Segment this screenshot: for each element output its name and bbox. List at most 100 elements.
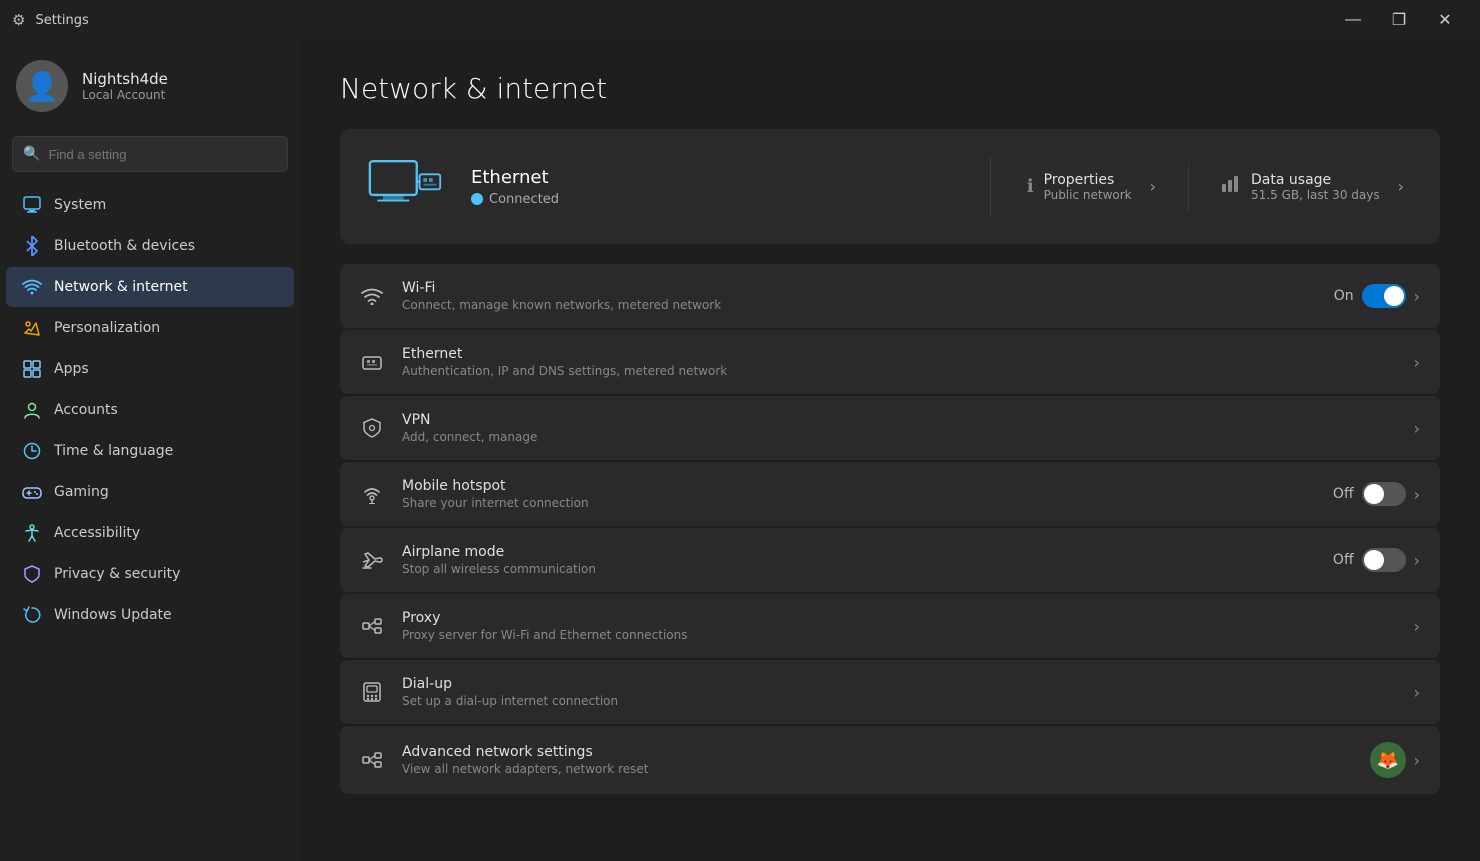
ethernet-status-text: Connected [489, 192, 559, 207]
sidebar-item-system[interactable]: System [6, 185, 294, 225]
sidebar-item-label-accessibility: Accessibility [54, 525, 140, 541]
sidebar-item-bluetooth[interactable]: Bluetooth & devices [6, 226, 294, 266]
ethernet-label: Ethernet [471, 167, 990, 188]
avatar-icon: 👤 [25, 70, 60, 103]
advanced-avatar: 🦊 [1370, 742, 1406, 778]
vpn-icon [360, 416, 384, 440]
vpn-text: VPN Add, connect, manage [402, 412, 1396, 444]
sidebar-item-accessibility[interactable]: Accessibility [6, 513, 294, 553]
vpn-right: › [1414, 419, 1420, 438]
user-profile[interactable]: 👤 Nightsh4de Local Account [0, 40, 300, 128]
sidebar-item-label-time: Time & language [54, 443, 173, 459]
data-usage-item[interactable]: Data usage 51.5 GB, last 30 days › [1221, 172, 1404, 202]
meta-divider [1188, 162, 1189, 212]
sidebar-item-time[interactable]: Time & language [6, 431, 294, 471]
sidebar-item-privacy[interactable]: Privacy & security [6, 554, 294, 594]
advanced-text: Advanced network settings View all netwo… [402, 744, 1352, 776]
personalization-icon [22, 318, 42, 338]
dialup-chevron: › [1414, 683, 1420, 702]
privacy-icon [22, 564, 42, 584]
vpn-title: VPN [402, 412, 1396, 428]
accessibility-icon [22, 523, 42, 543]
airplane-subtitle: Stop all wireless communication [402, 562, 1315, 576]
minimize-button[interactable]: — [1330, 4, 1376, 36]
proxy-text: Proxy Proxy server for Wi-Fi and Etherne… [402, 610, 1396, 642]
data-usage-label: Data usage [1251, 172, 1380, 188]
ethernet-chevron: › [1414, 353, 1420, 372]
proxy-title: Proxy [402, 610, 1396, 626]
settings-list: Wi-Fi Connect, manage known networks, me… [340, 264, 1440, 794]
wifi-chevron: › [1414, 287, 1420, 306]
hotspot-status: Off [1333, 486, 1354, 502]
airplane-toggle[interactable] [1362, 548, 1406, 572]
sidebar-item-label-personalization: Personalization [54, 320, 160, 336]
ethernet-card[interactable]: Ethernet Connected ℹ Properties Public n… [340, 129, 1440, 244]
sidebar-item-label-privacy: Privacy & security [54, 566, 180, 582]
proxy-chevron: › [1414, 617, 1420, 636]
proxy-row[interactable]: Proxy Proxy server for Wi-Fi and Etherne… [340, 594, 1440, 658]
sidebar-item-label-bluetooth: Bluetooth & devices [54, 238, 195, 254]
hotspot-subtitle: Share your internet connection [402, 496, 1315, 510]
hotspot-row[interactable]: Mobile hotspot Share your internet conne… [340, 462, 1440, 526]
wifi-status: On [1334, 288, 1354, 304]
airplane-row[interactable]: Airplane mode Stop all wireless communic… [340, 528, 1440, 592]
properties-item[interactable]: ℹ Properties Public network › [1027, 172, 1156, 202]
advanced-chevron: › [1414, 751, 1420, 770]
time-icon [22, 441, 42, 461]
proxy-icon [360, 614, 384, 638]
sidebar-item-personalization[interactable]: Personalization [6, 308, 294, 348]
hotspot-toggle[interactable] [1362, 482, 1406, 506]
sidebar-item-update[interactable]: Windows Update [6, 595, 294, 635]
ethernet-icon-section [340, 129, 471, 244]
accounts-icon [22, 400, 42, 420]
close-button[interactable]: ✕ [1422, 4, 1468, 36]
vpn-chevron: › [1414, 419, 1420, 438]
wifi-subtitle: Connect, manage known networks, metered … [402, 298, 1316, 312]
dialup-text: Dial-up Set up a dial-up internet connec… [402, 676, 1396, 708]
airplane-toggle-thumb [1364, 550, 1384, 570]
sidebar-item-accounts[interactable]: Accounts [6, 390, 294, 430]
connected-dot [471, 193, 483, 205]
sidebar-item-label-update: Windows Update [54, 607, 172, 623]
dialup-icon [360, 680, 384, 704]
wifi-text: Wi-Fi Connect, manage known networks, me… [402, 280, 1316, 312]
properties-sub: Public network [1044, 188, 1132, 202]
data-usage-arrow: › [1398, 177, 1404, 196]
data-icon [1221, 174, 1241, 199]
maximize-button[interactable]: ❐ [1376, 4, 1422, 36]
advanced-title: Advanced network settings [402, 744, 1352, 760]
sidebar-item-label-accounts: Accounts [54, 402, 118, 418]
search-box[interactable]: 🔍 [12, 136, 288, 172]
airplane-right: Off › [1333, 548, 1420, 572]
titlebar-left: ⚙ Settings [12, 11, 89, 29]
settings-icon: ⚙ [12, 11, 25, 29]
vpn-row[interactable]: VPN Add, connect, manage › [340, 396, 1440, 460]
sidebar-item-apps[interactable]: Apps [6, 349, 294, 389]
ethernet-status: Connected [471, 192, 990, 207]
sidebar-item-network[interactable]: Network & internet [6, 267, 294, 307]
wifi-row[interactable]: Wi-Fi Connect, manage known networks, me… [340, 264, 1440, 328]
avatar: 👤 [16, 60, 68, 112]
data-usage-sub: 51.5 GB, last 30 days [1251, 188, 1380, 202]
dialup-title: Dial-up [402, 676, 1396, 692]
dialup-row[interactable]: Dial-up Set up a dial-up internet connec… [340, 660, 1440, 724]
ethernet-row-icon [360, 350, 384, 374]
user-info: Nightsh4de Local Account [82, 70, 168, 102]
advanced-row[interactable]: Advanced network settings View all netwo… [340, 726, 1440, 794]
wifi-title: Wi-Fi [402, 280, 1316, 296]
search-icon: 🔍 [23, 146, 40, 162]
sidebar: 👤 Nightsh4de Local Account 🔍 [0, 40, 300, 861]
hotspot-text: Mobile hotspot Share your internet conne… [402, 478, 1315, 510]
airplane-title: Airplane mode [402, 544, 1315, 560]
wifi-toggle[interactable] [1362, 284, 1406, 308]
ethernet-meta: ℹ Properties Public network › [991, 162, 1440, 212]
ethernet-row-right: › [1414, 353, 1420, 372]
search-input[interactable] [48, 147, 277, 162]
proxy-right: › [1414, 617, 1420, 636]
system-icon [22, 195, 42, 215]
dialup-right: › [1414, 683, 1420, 702]
ethernet-row[interactable]: Ethernet Authentication, IP and DNS sett… [340, 330, 1440, 394]
airplane-text: Airplane mode Stop all wireless communic… [402, 544, 1315, 576]
properties-arrow: › [1150, 177, 1156, 196]
sidebar-item-gaming[interactable]: Gaming [6, 472, 294, 512]
